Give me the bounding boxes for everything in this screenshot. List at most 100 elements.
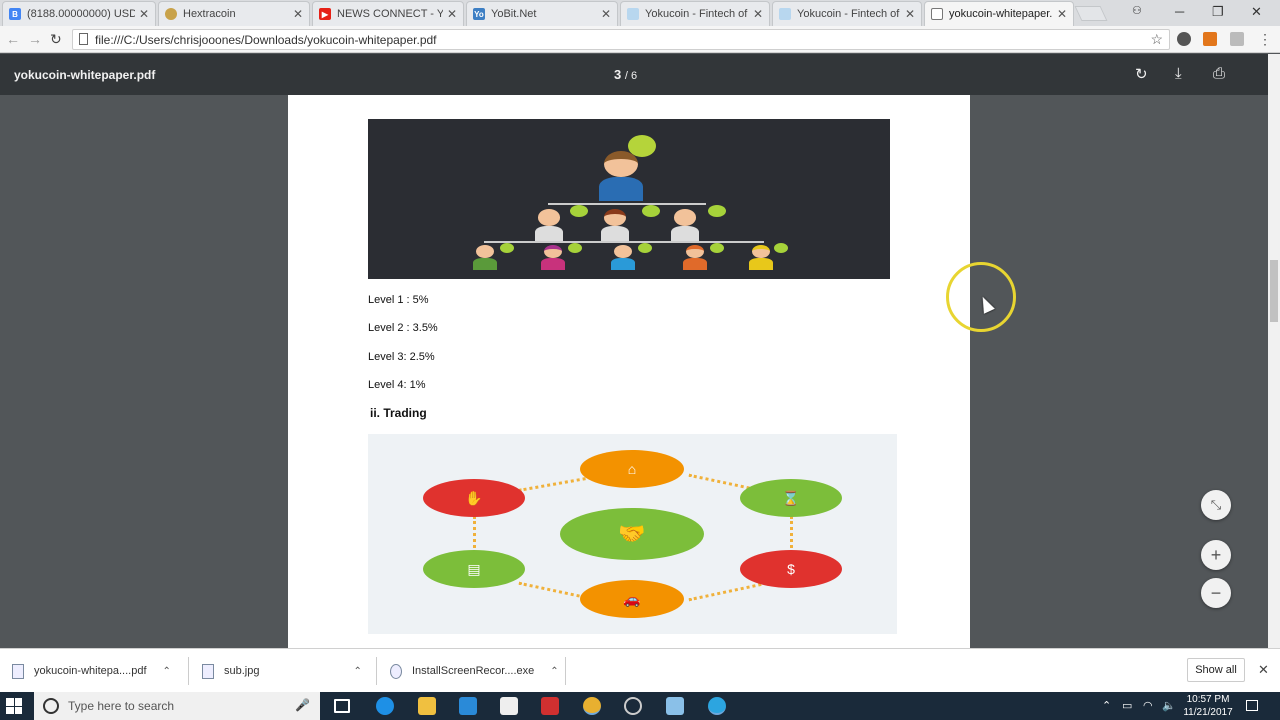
show-all-button[interactable]: Show all [1187, 658, 1245, 682]
pdf-file-icon [12, 663, 24, 679]
close-icon[interactable]: ✕ [447, 7, 457, 21]
edge-icon[interactable] [376, 697, 394, 715]
close-icon[interactable]: ✕ [601, 7, 611, 21]
tab-news-connect[interactable]: ▶ NEWS CONNECT - You ✕ [312, 1, 464, 26]
store-icon[interactable] [459, 697, 477, 715]
hourglass-icon: ⌛ [740, 479, 842, 517]
profile-icon[interactable]: ⚇ [1132, 4, 1142, 17]
chevron-up-icon[interactable]: ⌃ [163, 666, 171, 677]
window-close-icon[interactable]: ✕ [1251, 4, 1262, 20]
tab-hextracoin[interactable]: Hextracoin ✕ [158, 1, 310, 26]
close-icon[interactable]: ✕ [753, 7, 763, 21]
tab-whitepaper[interactable]: yokucoin-whitepaper.p ✕ [924, 1, 1074, 26]
app-icon[interactable] [541, 697, 559, 715]
tab-title: yokucoin-whitepaper.p [949, 8, 1053, 20]
trading-network-illustration: ⌂ ✋ ⌛ 🤝 ▤ $ 🚗 [368, 434, 897, 634]
clock-date: 11/21/2017 [1183, 707, 1233, 718]
chevron-up-icon[interactable]: ⌃ [353, 666, 361, 677]
screen-recorder-icon[interactable] [624, 697, 642, 715]
top-person-icon [598, 151, 644, 202]
chevron-up-icon[interactable]: ⌃ [550, 666, 558, 677]
download-item[interactable]: yokucoin-whitepa....pdf ⌃ [12, 658, 171, 684]
reload-icon[interactable]: ↻ [50, 31, 62, 48]
windows-start-icon[interactable] [6, 698, 22, 714]
file-icon [79, 33, 88, 45]
notepad-icon[interactable] [666, 697, 684, 715]
referral-tree-illustration [368, 119, 890, 279]
invoice-icon: $ [740, 550, 842, 588]
telegram-icon[interactable] [708, 697, 726, 715]
url-input[interactable]: file:///C:/Users/chrisjooones/Downloads/… [72, 29, 1170, 50]
file-explorer-icon[interactable] [418, 697, 436, 715]
tab-yokucoin-1[interactable]: Yokucoin - Fintech of t ✕ [620, 1, 770, 26]
notifications-icon[interactable] [1246, 700, 1258, 711]
menu-icon[interactable]: ⋮ [1258, 31, 1272, 48]
total-pages: / 6 [624, 70, 638, 82]
tab-usdt[interactable]: B (8188.00000000) USDT ✕ [2, 1, 156, 26]
yokucoin-favicon-icon [779, 8, 791, 20]
coin-bubble-icon [710, 243, 724, 253]
download-item[interactable]: sub.jpg ⌃ [202, 658, 362, 684]
level-3-text: Level 3: 2.5% [368, 351, 435, 363]
close-icon[interactable]: ✕ [1057, 7, 1067, 21]
zoom-out-button[interactable]: − [1201, 578, 1231, 608]
bookmark-star-icon[interactable]: ☆ [1150, 31, 1163, 48]
close-icon[interactable]: ✕ [139, 7, 149, 21]
rotate-icon[interactable]: ↻ [1135, 65, 1148, 83]
microphone-icon[interactable]: 🎤 [295, 698, 310, 712]
tab-yobit[interactable]: Yo YoBit.Net ✕ [466, 1, 618, 26]
close-icon[interactable]: ✕ [905, 7, 915, 21]
task-view-icon[interactable] [334, 699, 350, 713]
handshake-deal-icon: ✋ [423, 479, 525, 517]
coin-bubble-icon [570, 205, 588, 217]
coin-bubble-icon [708, 205, 726, 217]
coin-bubble-icon [568, 243, 582, 253]
tab-title: Yokucoin - Fintech of t [645, 8, 749, 20]
new-tab-button[interactable] [1074, 6, 1108, 21]
tab-yokucoin-2[interactable]: Yokucoin - Fintech of t ✕ [772, 1, 922, 26]
chrome-icon[interactable] [583, 697, 601, 715]
download-item[interactable]: InstallScreenRecor....exe ⌃ [390, 658, 559, 684]
coin-bubble-icon [774, 243, 788, 253]
address-toolbar: ← → ↻ file:///C:/Users/chrisjooones/Down… [0, 26, 1280, 53]
tab-title: YoBit.Net [491, 8, 537, 20]
volume-icon[interactable]: 🔈 [1162, 699, 1176, 712]
vertical-scrollbar[interactable] [1268, 54, 1280, 648]
installer-file-icon [390, 663, 402, 679]
close-icon[interactable]: ✕ [293, 7, 303, 21]
current-page-input[interactable]: 3 [614, 67, 621, 82]
windows-taskbar: Type here to search 🎤 ⌃ ▭ ◠ 🔈 10:57 PM 1… [0, 692, 1280, 720]
close-download-bar-icon[interactable]: ✕ [1258, 662, 1269, 678]
system-clock[interactable]: 10:57 PM 11/21/2017 [1180, 693, 1236, 719]
tab-title: NEWS CONNECT - You [337, 8, 443, 20]
pdf-viewer[interactable]: Level 1 : 5% Level 2 : 3.5% Level 3: 2.5… [0, 95, 1268, 648]
restore-icon[interactable]: ❐ [1212, 4, 1224, 20]
tray-chevron-icon[interactable]: ⌃ [1102, 699, 1111, 712]
document-favicon-icon [931, 8, 943, 20]
back-icon[interactable]: ← [6, 31, 20, 47]
level-3-person-icon [473, 245, 497, 271]
wifi-icon[interactable]: ◠ [1143, 699, 1153, 712]
fit-to-page-button[interactable]: ⤡ [1201, 490, 1231, 520]
scrollbar-thumb[interactable] [1270, 260, 1278, 322]
yobit-favicon-icon: Yo [473, 8, 485, 20]
level-2-person-icon [670, 209, 700, 241]
level-2-text: Level 2 : 3.5% [368, 322, 438, 334]
taskbar-search-input[interactable]: Type here to search 🎤 [34, 692, 320, 720]
download-icon[interactable]: ⤓ [1175, 65, 1182, 82]
coin-bubble-icon [642, 205, 660, 217]
tab-title: Hextracoin [183, 8, 236, 20]
print-icon[interactable]: ⎙ [1213, 65, 1225, 82]
level-3-person-icon [611, 245, 635, 271]
minimize-icon[interactable]: ─ [1175, 4, 1184, 19]
extension-icon[interactable] [1230, 32, 1244, 46]
download-filename: sub.jpg [224, 665, 260, 677]
forward-icon[interactable]: → [28, 31, 42, 47]
metamask-extension-icon[interactable] [1203, 32, 1217, 46]
hextracoin-favicon-icon [165, 8, 177, 20]
mail-icon[interactable] [500, 697, 518, 715]
battery-icon[interactable]: ▭ [1122, 699, 1132, 712]
database-extension-icon[interactable] [1177, 32, 1191, 46]
download-filename: InstallScreenRecor....exe [412, 665, 535, 677]
zoom-in-button[interactable]: + [1201, 540, 1231, 570]
